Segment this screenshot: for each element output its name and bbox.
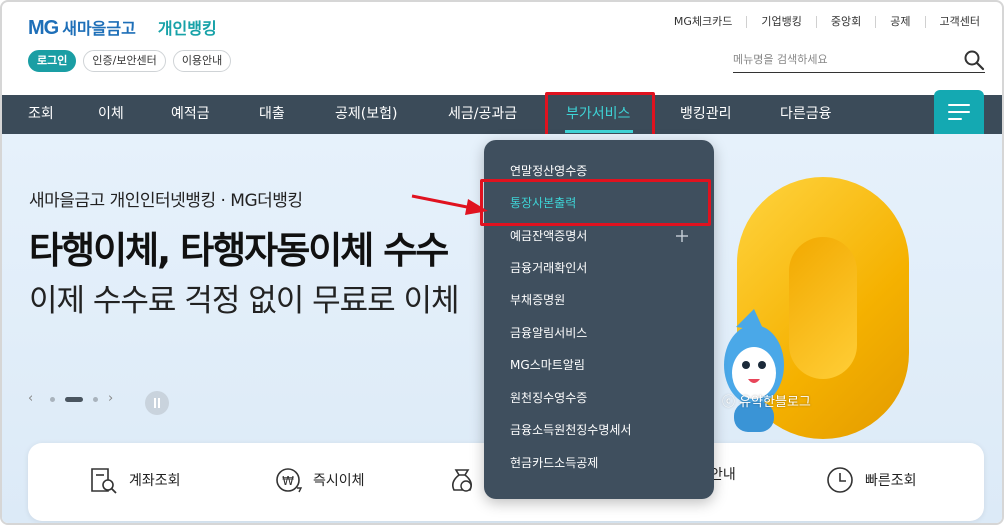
hero-title: 타행이체, 타행자동이체 수수 <box>29 229 449 272</box>
quick-item-money-bag[interactable] <box>446 464 487 496</box>
won-transfer-icon: ₩ <box>276 468 303 493</box>
nav-item-loans[interactable]: 대출 <box>259 95 285 134</box>
quick-item-label: 빠른조회 <box>865 473 917 489</box>
main-nav: 조회 이체 예적금 대출 공제(보험) 세금/공과금 부가서비스 뱅킹관리 다른… <box>2 95 1002 134</box>
quick-item-quick-inquiry[interactable]: 빠른조회 <box>824 464 917 496</box>
mascot-image <box>724 309 784 432</box>
util-link-customer-center[interactable]: 고객센터 <box>924 16 980 28</box>
dropdown-item-debt-certificate[interactable]: 부채증명원 <box>510 293 565 307</box>
nav-item-deposits[interactable]: 예적금 <box>171 95 210 134</box>
hero-description: 이제 수수료 걱정 없이 무료로 이체 <box>29 283 460 319</box>
logo-mg: MG <box>28 17 59 39</box>
carousel-controls: ‹ › <box>28 392 120 406</box>
nav-item-inquiry[interactable]: 조회 <box>28 95 54 134</box>
search-icon[interactable] <box>963 49 985 71</box>
dropdown-item-withholding-tax-receipt[interactable]: 원천징수영수증 <box>510 391 587 405</box>
hamburger-icon <box>948 104 970 106</box>
util-link-check-card[interactable]: MG체크카드 <box>660 16 747 28</box>
carousel-pause-button[interactable] <box>145 391 169 415</box>
menu-search <box>733 47 985 73</box>
dropdown-item-financial-income-withholding-statement[interactable]: 금융소득원천징수명세서 <box>510 423 631 437</box>
login-button[interactable]: 로그인 <box>28 50 77 72</box>
quick-item-label: 즉시이체 <box>313 473 365 489</box>
nav-item-banking-management[interactable]: 뱅킹관리 <box>680 95 732 134</box>
logo[interactable]: MG 새마을금고 개인뱅킹 <box>28 15 217 40</box>
quick-item-instant-transfer[interactable]: ₩ 즉시이체 <box>272 464 365 496</box>
dropdown-item-deposit-balance-certificate[interactable]: 예금잔액증명서 <box>510 229 587 243</box>
hamburger-icon-line <box>948 111 970 113</box>
carousel-dot-active[interactable] <box>65 396 83 402</box>
dropdown-item-year-end-tax-receipt[interactable]: 연말정산영수증 <box>510 164 587 178</box>
hamburger-menu-button[interactable] <box>934 90 984 134</box>
clock-icon <box>827 467 853 493</box>
auth-buttons: 로그인 인증/보안센터 이용안내 <box>28 50 232 72</box>
search-input[interactable] <box>733 47 953 71</box>
hamburger-icon-line <box>948 118 962 120</box>
carousel-dot[interactable] <box>93 396 98 402</box>
dropdown-item-financial-transaction-confirmation[interactable]: 금융거래확인서 <box>510 261 587 275</box>
svg-text:₩: ₩ <box>282 474 294 488</box>
watermark: ⓒ 유약한블로그 <box>722 395 811 410</box>
carousel-dot[interactable] <box>50 396 55 402</box>
carousel-prev-icon[interactable]: ‹ <box>28 392 40 406</box>
quick-item-account-inquiry[interactable]: 계좌조회 <box>88 464 181 496</box>
nav-item-taxes[interactable]: 세금/공과금 <box>448 95 517 134</box>
logo-name: 새마을금고 <box>62 19 136 38</box>
money-bag-icon <box>452 469 472 492</box>
dropdown-item-financial-alert-service[interactable]: 금융알림서비스 <box>510 326 587 340</box>
plus-icon[interactable] <box>675 229 689 243</box>
dropdown-item-mg-smart-alert[interactable]: MG스마트알림 <box>510 358 585 372</box>
nav-item-transfer[interactable]: 이체 <box>98 95 124 134</box>
document-search-icon <box>91 468 117 494</box>
util-link-central-bank[interactable]: 중앙회 <box>815 16 875 28</box>
red-arrow-icon <box>411 194 488 215</box>
dropdown-highlight-box <box>480 179 711 226</box>
util-link-business-banking[interactable]: 기업뱅킹 <box>746 16 815 28</box>
nav-item-insurance[interactable]: 공제(보험) <box>335 95 397 134</box>
carousel-next-icon[interactable]: › <box>108 392 120 406</box>
logo-subtitle: 개인뱅킹 <box>157 19 217 38</box>
hero-subtitle: 새마을금고 개인인터넷뱅킹 · MG더뱅킹 <box>29 191 303 211</box>
security-center-button[interactable]: 인증/보안센터 <box>83 50 166 72</box>
nav-item-other-finance[interactable]: 다른금융 <box>780 95 832 134</box>
usage-guide-button[interactable]: 이용안내 <box>172 50 232 72</box>
utility-links: MG체크카드 기업뱅킹 중앙회 공제 고객센터 <box>660 16 980 28</box>
browser-frame: MG 새마을금고 개인뱅킹 MG체크카드 기업뱅킹 중앙회 공제 고객센터 로그… <box>0 0 1004 525</box>
dropdown-item-cash-card-income-deduction[interactable]: 현금카드소득공제 <box>510 456 598 470</box>
quick-item-label: 계좌조회 <box>129 473 181 489</box>
util-link-insurance[interactable]: 공제 <box>875 16 924 28</box>
